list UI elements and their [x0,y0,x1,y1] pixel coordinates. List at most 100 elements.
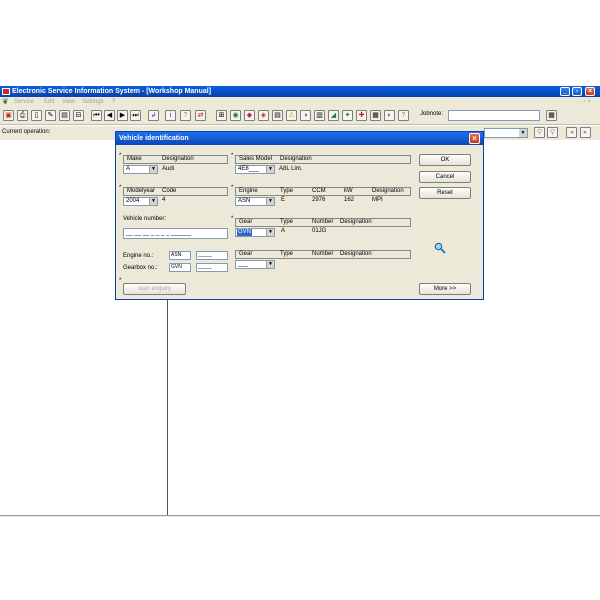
required-marker: * [231,153,234,159]
car-icon[interactable]: ⊟ [73,110,84,121]
engine-type: E [281,197,286,203]
book-icon[interactable]: ▤ [59,110,70,121]
sales-model-header-label: Sales Model [239,156,273,162]
gear2-header-label: Gear [239,251,253,257]
maximize-button[interactable]: ▫ [572,87,582,96]
modelyear-code: 4 [162,197,166,203]
make-designation: Audi [162,166,175,172]
start-enquiry-button[interactable]: start enquiry [123,283,186,295]
calendar-icon[interactable]: ▦ [546,110,557,121]
gear-dropdown[interactable]: GVN ▼ [235,228,275,237]
chevron-down-icon[interactable]: ▼ [149,166,157,173]
more-button[interactable]: More >> [419,283,471,295]
reset-button[interactable]: Reset [419,187,471,199]
print-icon[interactable]: ⎙ [17,110,28,121]
operation-dropdown[interactable]: ▼ [484,128,528,138]
tool-icon-12[interactable]: ◐ [384,110,395,121]
cancel-button[interactable]: Cancel [419,171,471,183]
vehicle-icon[interactable]: ▣ [3,110,14,121]
gear2-designation-header: Designation [340,251,372,257]
minimize-button[interactable]: _ [560,87,570,96]
engine-value: ASN [238,198,251,204]
make-header-label: Make [127,156,142,162]
search-next-icon[interactable]: ⚲ [547,127,558,138]
menu-settings[interactable]: Settings [82,97,104,107]
modelyear-value: 2004 [126,198,140,204]
previous-page-icon[interactable]: ◀ [104,110,115,121]
engine-ccm: 2976 [312,197,326,203]
gear-header: Gear Type Number Designation [235,218,411,227]
menu-view[interactable]: View [62,97,75,107]
dialog-close-button[interactable]: × [469,133,480,144]
gearbox-no-label: Gearbox no.: [123,265,158,271]
new-document-icon[interactable]: ▯ [31,110,42,121]
required-marker: * [231,185,234,191]
info-icon[interactable]: i [165,110,176,121]
search-icon[interactable] [434,242,446,254]
help-icon[interactable]: ? [180,110,191,121]
tool-icon-9[interactable]: ✦ [342,110,353,121]
chevron-down-icon[interactable]: ▼ [266,261,274,268]
window-titlebar: Electronic Service Information System - … [0,86,600,97]
gear2-dropdown[interactable]: ___ ▼ [235,260,275,269]
make-dropdown[interactable]: A ▼ [123,165,158,174]
dialog-title: Vehicle identification [119,135,189,142]
tool-icon-4[interactable]: ◈ [258,110,269,121]
tool-icon-5[interactable]: ▤ [272,110,283,121]
next-page-icon[interactable]: ▶ [117,110,128,121]
tool-icon-1[interactable]: ⊞ [216,110,227,121]
app-menu-icon[interactable]: ❦ [2,97,9,107]
edit-document-icon[interactable]: ✎ [45,110,56,121]
binoculars-icon[interactable]: ⚲ [534,127,545,138]
chevron-down-icon[interactable]: ▼ [266,229,274,236]
gear2-type-header: Type [280,251,294,257]
menu-help[interactable]: ? [112,97,115,107]
dialog-titlebar: Vehicle identification × [116,132,483,145]
jobnote-field[interactable] [448,110,540,121]
modelyear-header: Modelyear Code [123,187,228,196]
mdi-controls[interactable]: - ▫ × [580,97,591,107]
back-icon[interactable]: ↲ [148,110,159,121]
chevron-down-icon[interactable]: ▼ [266,198,274,205]
engine-no-input[interactable]: _____ [196,251,228,260]
jobnote-label: Jobnote: [420,111,444,117]
tool-icon-7[interactable]: ▥ [314,110,325,121]
chevron-down-icon[interactable]: ▼ [266,166,274,173]
menu-service[interactable]: Service [14,97,34,107]
tool-icon-6[interactable]: ◑ [300,110,311,121]
required-marker: * [119,153,122,159]
vehicle-number-input[interactable]: __ __ __ _ _ _ _ ______ [123,228,228,239]
gear2-number-header: Number [312,251,334,257]
last-page-icon[interactable]: ⏭ [130,110,141,121]
first-page-icon[interactable]: ⏮ [91,110,102,121]
engine-type-header: Type [280,188,294,194]
vehicle-identification-dialog: Vehicle identification × * Make Designat… [115,131,484,300]
gear-number: 01JG [312,228,327,234]
make-value: A [126,166,131,172]
tool-icon-3[interactable]: ◆ [244,110,255,121]
nav-back-icon[interactable]: ◂ [566,127,577,138]
required-marker: * [119,278,122,284]
chevron-down-icon[interactable]: ▼ [519,129,527,137]
close-button[interactable]: × [585,87,595,96]
tool-icon-8[interactable]: ◢ [328,110,339,121]
tool-icon-13[interactable]: ? [398,110,409,121]
menu-edit[interactable]: Edit [44,97,54,107]
tool-icon-2[interactable]: ◉ [230,110,241,121]
status-bar [0,515,600,517]
nav-forward-icon[interactable]: ▸ [580,127,591,138]
modelyear-dropdown[interactable]: 2004 ▼ [123,197,158,206]
exchange-icon[interactable]: ⇄ [195,110,206,121]
engine-dropdown[interactable]: ASN ▼ [235,197,275,206]
engine-designation-header: Designation [372,188,404,194]
gearbox-no-input[interactable]: _____ [196,263,228,272]
tool-icon-10[interactable]: ✚ [356,110,367,121]
gearbox-no-code: GVN [169,263,191,272]
warning-icon[interactable]: ⚠ [286,110,297,121]
tool-icon-11[interactable]: ▦ [370,110,381,121]
engine-no-label: Engine no.: [123,253,154,259]
chevron-down-icon[interactable]: ▼ [149,198,157,205]
gear-header-label: Gear [239,219,253,225]
sales-model-dropdown[interactable]: 4E8___ ▼ [235,165,275,174]
ok-button[interactable]: OK [419,154,471,166]
